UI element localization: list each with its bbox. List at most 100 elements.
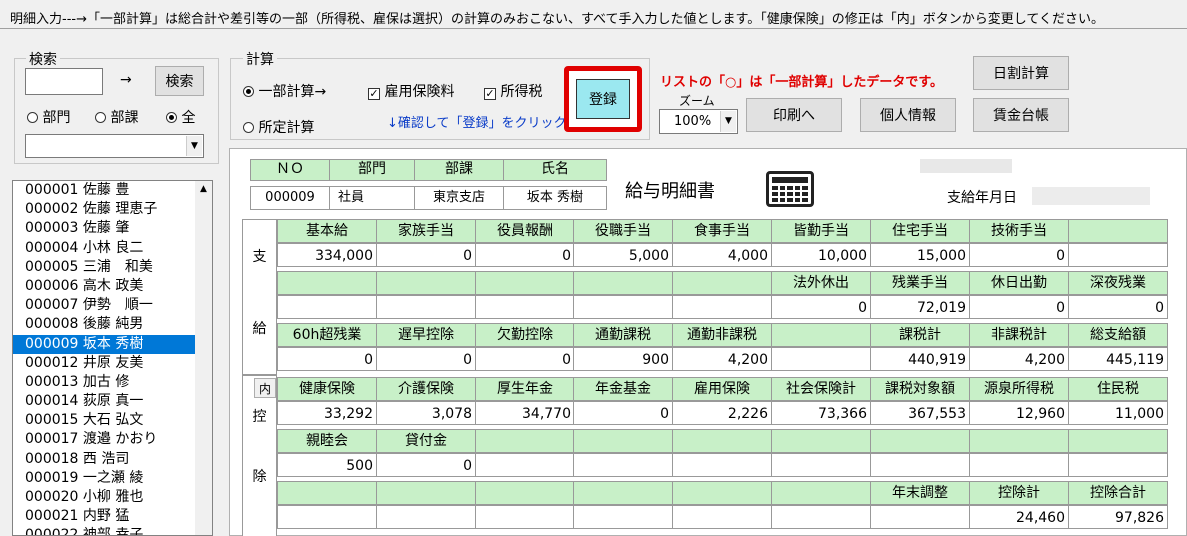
list-item[interactable]: 000001 佐藤 豊 bbox=[13, 181, 212, 200]
field-value[interactable] bbox=[870, 505, 970, 529]
field-value[interactable]: 12,960 bbox=[969, 401, 1069, 425]
field-value[interactable]: 0 bbox=[277, 347, 377, 371]
field-value[interactable]: 24,460 bbox=[969, 505, 1069, 529]
field-value[interactable] bbox=[672, 453, 772, 477]
scroll-up-icon[interactable]: ▲ bbox=[195, 181, 212, 198]
list-item[interactable]: 000014 荻原 真一 bbox=[13, 392, 212, 411]
field-value[interactable] bbox=[870, 453, 970, 477]
field-value[interactable]: 0 bbox=[573, 401, 673, 425]
field-value[interactable] bbox=[1068, 243, 1168, 267]
field-value[interactable] bbox=[771, 505, 871, 529]
list-item[interactable]: 000015 大石 弘文 bbox=[13, 411, 212, 430]
field-value[interactable]: 4,200 bbox=[672, 347, 772, 371]
field-value[interactable] bbox=[475, 453, 575, 477]
field-value[interactable]: 0 bbox=[475, 347, 575, 371]
field-value[interactable] bbox=[672, 505, 772, 529]
field-value[interactable] bbox=[573, 505, 673, 529]
field-value[interactable] bbox=[573, 295, 673, 319]
field-value[interactable]: 4,200 bbox=[969, 347, 1069, 371]
field-value[interactable]: 72,019 bbox=[870, 295, 970, 319]
field-value[interactable]: 367,553 bbox=[870, 401, 970, 425]
zoom-select[interactable]: 100% ▼ bbox=[659, 109, 738, 134]
list-item[interactable]: 000004 小林 良二 bbox=[13, 239, 212, 258]
field-value[interactable]: 73,366 bbox=[771, 401, 871, 425]
field-value[interactable]: 0 bbox=[969, 243, 1069, 267]
field-value[interactable]: 4,000 bbox=[672, 243, 772, 267]
list-item[interactable]: 000007 伊勢 順一 bbox=[13, 296, 212, 315]
list-item[interactable]: 000019 一之瀬 綾 bbox=[13, 469, 212, 488]
name-value[interactable]: 坂本 秀樹 bbox=[503, 186, 607, 210]
checkbox-shotoku[interactable]: ✓ 所得税 bbox=[484, 81, 542, 101]
chevron-down-icon[interactable]: ▼ bbox=[720, 111, 736, 132]
field-value[interactable]: 500 bbox=[277, 453, 377, 477]
list-item[interactable]: 000002 佐藤 理恵子 bbox=[13, 200, 212, 219]
field-value[interactable] bbox=[376, 295, 476, 319]
no-value[interactable]: 000009 bbox=[250, 186, 330, 210]
field-value[interactable]: 3,078 bbox=[376, 401, 476, 425]
field-value[interactable]: 97,826 bbox=[1068, 505, 1168, 529]
field-value[interactable] bbox=[771, 453, 871, 477]
field-value[interactable] bbox=[1068, 453, 1168, 477]
field-value[interactable]: 33,292 bbox=[277, 401, 377, 425]
field-value[interactable]: 900 bbox=[573, 347, 673, 371]
field-value[interactable]: 0 bbox=[1068, 295, 1168, 319]
field-value[interactable] bbox=[475, 295, 575, 319]
checkbox-koyou[interactable]: ✓ 雇用保険料 bbox=[368, 81, 454, 101]
field-value[interactable]: 34,770 bbox=[475, 401, 575, 425]
list-item[interactable]: 000009 坂本 秀樹 bbox=[13, 334, 212, 354]
list-item[interactable]: 000022 神部 幸子 bbox=[13, 526, 212, 535]
inner-button[interactable]: 内 bbox=[254, 378, 276, 398]
field-value[interactable] bbox=[969, 453, 1069, 477]
radio-section[interactable]: 部課 bbox=[95, 107, 138, 127]
list-item[interactable]: 000017 渡邉 かおり bbox=[13, 430, 212, 449]
field-value[interactable]: 0 bbox=[376, 243, 476, 267]
register-button[interactable]: 登録 bbox=[576, 79, 630, 119]
list-item[interactable]: 000018 西 浩司 bbox=[13, 450, 212, 469]
scrollbar[interactable]: ▲ bbox=[195, 181, 212, 535]
radio-all[interactable]: 全 bbox=[166, 107, 195, 127]
field-value[interactable]: 334,000 bbox=[277, 243, 377, 267]
employee-list[interactable]: 000001 佐藤 豊 000002 佐藤 理恵子 000003 佐藤 肇 00000… bbox=[12, 180, 213, 536]
personal-info-button[interactable]: 個人情報 bbox=[860, 98, 956, 132]
list-item[interactable]: 000013 加古 修 bbox=[13, 373, 212, 392]
radio-dept[interactable]: 部門 bbox=[27, 107, 70, 127]
field-value[interactable]: 445,119 bbox=[1068, 347, 1168, 371]
calculator-icon[interactable] bbox=[766, 171, 814, 207]
list-item[interactable]: 000008 後藤 純男 bbox=[13, 315, 212, 334]
field-value[interactable] bbox=[771, 347, 871, 371]
filter-combo[interactable]: ▼ bbox=[25, 134, 204, 158]
field-value[interactable]: 0 bbox=[376, 347, 476, 371]
field-value[interactable] bbox=[672, 295, 772, 319]
search-input[interactable] bbox=[25, 68, 103, 95]
field-value[interactable] bbox=[277, 505, 377, 529]
field-value[interactable] bbox=[573, 453, 673, 477]
field-value[interactable]: 2,226 bbox=[672, 401, 772, 425]
daily-calc-button[interactable]: 日割計算 bbox=[973, 56, 1069, 90]
section-value[interactable]: 東京支店 bbox=[414, 186, 504, 210]
radio-fixed[interactable]: 所定計算 bbox=[243, 117, 314, 137]
list-item[interactable]: 000003 佐藤 肇 bbox=[13, 219, 212, 238]
list-item[interactable]: 000006 高木 政美 bbox=[13, 277, 212, 296]
field-value[interactable]: 11,000 bbox=[1068, 401, 1168, 425]
search-button[interactable]: 検索 bbox=[155, 66, 204, 96]
field-value[interactable] bbox=[376, 505, 476, 529]
chevron-down-icon[interactable]: ▼ bbox=[186, 136, 202, 156]
field-value[interactable]: 440,919 bbox=[870, 347, 970, 371]
list-item[interactable]: 000005 三浦 和美 bbox=[13, 258, 212, 277]
field-value[interactable] bbox=[277, 295, 377, 319]
radio-partial[interactable]: 一部計算→ bbox=[243, 81, 326, 101]
dept-value[interactable]: 社員 bbox=[329, 186, 415, 210]
field-value[interactable]: 0 bbox=[376, 453, 476, 477]
list-item[interactable]: 000021 内野 猛 bbox=[13, 507, 212, 526]
print-button[interactable]: 印刷へ bbox=[746, 98, 842, 132]
wage-ledger-button[interactable]: 賃金台帳 bbox=[973, 98, 1069, 132]
field-value[interactable]: 0 bbox=[475, 243, 575, 267]
field-value[interactable]: 5,000 bbox=[573, 243, 673, 267]
list-item[interactable]: 000020 小柳 雅也 bbox=[13, 488, 212, 507]
field-value[interactable]: 0 bbox=[969, 295, 1069, 319]
list-item[interactable]: 000012 井原 友美 bbox=[13, 354, 212, 373]
field-value[interactable] bbox=[475, 505, 575, 529]
field-value[interactable]: 10,000 bbox=[771, 243, 871, 267]
field-value[interactable]: 15,000 bbox=[870, 243, 970, 267]
field-value[interactable]: 0 bbox=[771, 295, 871, 319]
